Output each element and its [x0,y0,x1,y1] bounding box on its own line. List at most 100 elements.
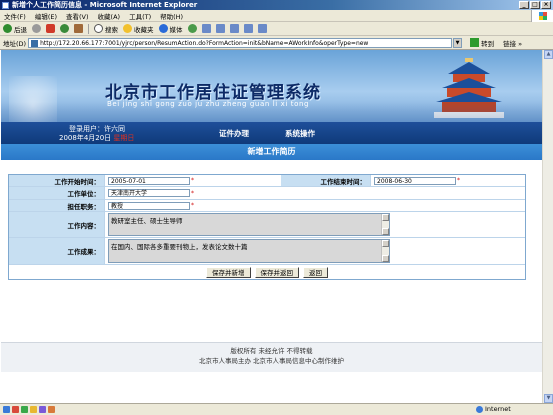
org-label: 工作单位： [9,187,105,199]
app-launch-icon[interactable] [21,406,28,413]
save-and-return-button[interactable]: 保存并返回 [254,266,299,278]
row-result: 工作成果： 在国内、国际各多重要刊物上，发表论文数十篇 [9,238,525,265]
app-launch-icon[interactable] [30,406,37,413]
app-launch-icon[interactable] [39,406,46,413]
favorites-button[interactable]: 收藏夹 [123,24,154,34]
menu-edit[interactable]: 编辑(E) [35,11,57,21]
forward-icon[interactable] [32,24,41,33]
mail-icon[interactable] [201,24,211,33]
copyright-text: 版权所有 未经允许 不得转载 [230,347,313,355]
media-button[interactable]: 媒体 [158,24,183,34]
discuss-icon[interactable] [243,24,253,33]
window-title: 新增个人工作简历信息 - Microsoft Internet Explorer [12,1,198,9]
address-dropdown[interactable]: ▼ [453,37,463,48]
scroll-up-icon[interactable]: ▲ [544,50,553,59]
required-mark: * [191,189,194,197]
ie-icon [2,1,9,9]
search-button[interactable]: 搜索 [94,24,118,34]
go-button[interactable]: 转到 [470,38,494,48]
end-time-cell: 2008-06-30 * [371,175,525,186]
sponsor-text: 北京市人事局主办 北京市人事局信息中心制作维护 [198,357,345,365]
home-icon[interactable] [74,24,83,33]
end-time-input[interactable]: 2008-06-30 [374,176,456,185]
refresh-icon[interactable] [60,24,69,33]
content-label: 工作内容： [9,212,105,237]
app-launch-icon[interactable] [12,406,19,413]
media-icon [158,24,168,33]
media-label: 媒体 [169,25,183,34]
page-footer: 版权所有 未经允许 不得转载 北京市人事局主办 北京市人事局信息中心制作维护 [1,342,542,372]
row-org: 工作单位： 天津南开大学 * [9,187,525,200]
menu-help[interactable]: 帮助(H) [160,11,183,21]
nav-system-operation[interactable]: 系统操作 [285,128,315,139]
required-mark: * [191,177,194,184]
close-button[interactable]: × [541,1,551,9]
save-and-new-button[interactable]: 保存并新增 [206,266,251,278]
go-arrow-icon [470,38,480,47]
result-text: 在国内、国际各多重要刊物上，发表论文数十篇 [111,243,248,251]
position-input[interactable]: 教授 [108,201,190,210]
page-viewport: 北京市工作居住证管理系统 Bei jing shi gong zuo ju zh… [1,50,542,403]
address-label: 地址(D) [3,39,27,48]
position-cell: 教授 * [105,200,525,211]
toolbar-separator [88,23,89,34]
menu-tools[interactable]: 工具(T) [129,11,151,21]
zone-label: Internet [485,405,511,413]
nav-bar: 登录用户：许六同 2008年4月20日 星期日 证件办理 系统操作 [1,122,542,144]
status-bar: Internet [0,403,553,415]
star-icon [123,24,132,33]
start-time-input[interactable]: 2005-07-01 [108,176,190,185]
maximize-button[interactable]: □ [530,1,540,9]
ie-launch-icon[interactable] [3,406,10,413]
edit-icon[interactable] [229,24,239,33]
app-launch-icon[interactable] [48,406,55,413]
back-arrow-icon [3,24,12,33]
print-icon[interactable] [215,24,225,33]
required-mark: * [191,202,194,209]
page-title: 新增工作简历 [1,144,542,160]
current-date: 2008年4月20日 星期日 [59,133,134,143]
links-button[interactable]: 链接 » [503,38,522,48]
required-mark: * [457,177,460,184]
row-position: 担任职务： 教授 * [9,200,525,212]
messenger-icon[interactable] [257,24,267,33]
org-input[interactable]: 天津南开大学 [108,189,190,197]
menu-file[interactable]: 文件(F) [4,11,26,21]
date-value: 2008年4月20日 [59,134,112,142]
menu-favorites[interactable]: 收藏(A) [98,11,121,21]
minimize-button[interactable]: _ [519,1,529,9]
content-scrollbar[interactable] [381,214,389,235]
row-dates: 工作开始时间： 2005-07-01 * 工作结束时间： 2008-06-30 … [9,175,525,187]
search-label: 搜索 [105,25,118,34]
result-textarea[interactable]: 在国内、国际各多重要刊物上，发表论文数十篇 [108,239,390,263]
go-label: 转到 [481,39,495,48]
stop-icon[interactable] [46,24,55,33]
button-row: 保存并新增 保存并返回 返回 [9,265,525,279]
result-scrollbar[interactable] [381,240,389,262]
scroll-down-icon[interactable]: ▼ [544,394,553,403]
resume-form: 工作开始时间： 2005-07-01 * 工作结束时间： 2008-06-30 … [8,174,526,280]
internet-globe-icon [476,405,483,413]
content-text: 教研室主任、硕士生导师 [111,217,183,225]
favorites-label: 收藏夹 [134,25,154,34]
content-textarea[interactable]: 教研室主任、硕士生导师 [108,213,390,236]
return-button[interactable]: 返回 [303,266,328,278]
system-title-pinyin: Bei jing shi gong zuo ju zhu zheng guan … [107,100,310,108]
position-label: 担任职务： [9,200,105,211]
address-url: http://172.20.66.177:7001/yjrc/person/Re… [40,39,369,47]
history-icon[interactable] [187,24,197,33]
address-input[interactable]: http://172.20.66.177:7001/yjrc/person/Re… [28,37,453,48]
search-icon [94,24,103,33]
back-button[interactable]: 后退 [3,24,27,34]
windows-logo-icon [531,10,553,22]
page-scrollbar[interactable]: ▲ ▼ [542,50,553,403]
result-cell: 在国内、国际各多重要刊物上，发表论文数十篇 [105,238,525,264]
security-zone: Internet [476,405,511,413]
window-titlebar: 新增个人工作简历信息 - Microsoft Internet Explorer… [0,0,553,10]
result-label: 工作成果： [9,238,105,264]
nav-certificate-processing[interactable]: 证件办理 [219,128,249,139]
menu-view[interactable]: 查看(V) [66,11,89,21]
quick-launch [0,406,55,413]
back-label: 后退 [14,25,27,34]
weekday: 星期日 [113,134,135,142]
